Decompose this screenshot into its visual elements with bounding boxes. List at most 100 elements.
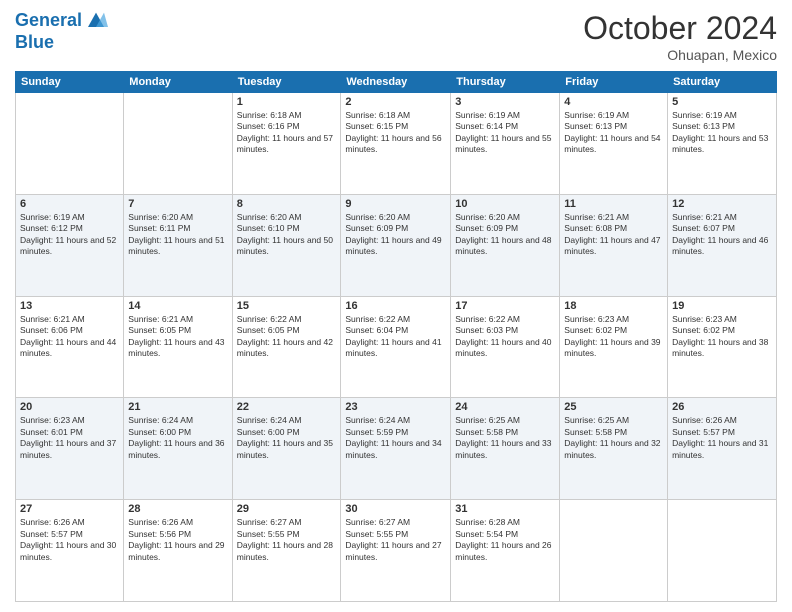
day-info: Sunrise: 6:22 AM Sunset: 6:04 PM Dayligh… <box>345 314 446 360</box>
weekday-header: Saturday <box>668 72 777 93</box>
day-info: Sunrise: 6:22 AM Sunset: 6:03 PM Dayligh… <box>455 314 555 360</box>
day-info: Sunrise: 6:23 AM Sunset: 6:02 PM Dayligh… <box>672 314 772 360</box>
calendar-cell: 20 Sunrise: 6:23 AM Sunset: 6:01 PM Dayli… <box>16 398 124 500</box>
calendar-cell: 5 Sunrise: 6:19 AM Sunset: 6:13 PM Daylig… <box>668 93 777 195</box>
day-number: 8 <box>237 198 337 210</box>
day-info: Sunrise: 6:20 AM Sunset: 6:11 PM Dayligh… <box>128 212 227 258</box>
day-number: 6 <box>20 198 119 210</box>
calendar-cell: 9Sunrise: 6:20 AM Sunset: 6:09 PM Daylig… <box>341 194 451 296</box>
day-number: 29 <box>237 503 337 515</box>
day-info: Sunrise: 6:20 AM Sunset: 6:10 PM Dayligh… <box>237 212 337 258</box>
day-number: 14 <box>128 300 227 312</box>
day-info: Sunrise: 6:24 AM Sunset: 6:00 PM Dayligh… <box>128 415 227 461</box>
day-info: Sunrise: 6:19 AM Sunset: 6:13 PM Dayligh… <box>672 110 772 156</box>
page: General Blue October 2024 Ohuapan, Mexic… <box>0 0 792 612</box>
day-info: Sunrise: 6:20 AM Sunset: 6:09 PM Dayligh… <box>345 212 446 258</box>
day-number: 10 <box>455 198 555 210</box>
month-title: October 2024 <box>583 10 777 47</box>
calendar-cell: 6 Sunrise: 6:19 AM Sunset: 6:12 PM Daylig… <box>16 194 124 296</box>
day-info: Sunrise: 6:22 AM Sunset: 6:05 PM Dayligh… <box>237 314 337 360</box>
day-info: Sunrise: 6:27 AM Sunset: 5:55 PM Dayligh… <box>237 517 337 563</box>
day-info: Sunrise: 6:26 AM Sunset: 5:57 PM Dayligh… <box>672 415 772 461</box>
logo: General Blue <box>15 10 108 53</box>
calendar-cell: 13Sunrise: 6:21 AM Sunset: 6:06 PM Dayli… <box>16 296 124 398</box>
calendar-week-row: 27Sunrise: 6:26 AM Sunset: 5:57 PM Dayli… <box>16 500 777 602</box>
day-number: 26 <box>672 401 772 413</box>
calendar-cell: 30Sunrise: 6:27 AM Sunset: 5:55 PM Dayli… <box>341 500 451 602</box>
logo-text: General <box>15 10 82 32</box>
calendar-cell <box>16 93 124 195</box>
day-number: 23 <box>345 401 446 413</box>
day-number: 22 <box>237 401 337 413</box>
day-info: Sunrise: 6:19 AM Sunset: 6:12 PM Dayligh… <box>20 212 119 258</box>
weekday-header: Wednesday <box>341 72 451 93</box>
day-number: 12 <box>672 198 772 210</box>
day-number: 3 <box>455 96 555 108</box>
day-number: 28 <box>128 503 227 515</box>
day-info: Sunrise: 6:25 AM Sunset: 5:58 PM Dayligh… <box>564 415 663 461</box>
calendar-week-row: 13Sunrise: 6:21 AM Sunset: 6:06 PM Dayli… <box>16 296 777 398</box>
calendar-cell: 27Sunrise: 6:26 AM Sunset: 5:57 PM Dayli… <box>16 500 124 602</box>
calendar-cell <box>560 500 668 602</box>
day-info: Sunrise: 6:23 AM Sunset: 6:02 PM Dayligh… <box>564 314 663 360</box>
calendar-cell: 16 Sunrise: 6:22 AM Sunset: 6:04 PM Dayli… <box>341 296 451 398</box>
calendar-cell: 12 Sunrise: 6:21 AM Sunset: 6:07 PM Dayli… <box>668 194 777 296</box>
day-number: 13 <box>20 300 119 312</box>
calendar-cell <box>668 500 777 602</box>
day-info: Sunrise: 6:23 AM Sunset: 6:01 PM Dayligh… <box>20 415 119 461</box>
calendar-week-row: 20 Sunrise: 6:23 AM Sunset: 6:01 PM Dayli… <box>16 398 777 500</box>
weekday-header: Friday <box>560 72 668 93</box>
day-info: Sunrise: 6:21 AM Sunset: 6:07 PM Dayligh… <box>672 212 772 258</box>
logo-line2: Blue <box>15 32 108 54</box>
calendar-cell: 23 Sunrise: 6:24 AM Sunset: 5:59 PM Dayli… <box>341 398 451 500</box>
day-number: 11 <box>564 198 663 210</box>
day-info: Sunrise: 6:28 AM Sunset: 5:54 PM Dayligh… <box>455 517 555 563</box>
weekday-header: Thursday <box>451 72 560 93</box>
title-section: October 2024 Ohuapan, Mexico <box>583 10 777 63</box>
day-number: 17 <box>455 300 555 312</box>
calendar-cell <box>124 93 232 195</box>
weekday-header: Monday <box>124 72 232 93</box>
calendar-cell: 1 Sunrise: 6:18 AM Sunset: 6:16 PM Daylig… <box>232 93 341 195</box>
weekday-header: Tuesday <box>232 72 341 93</box>
calendar-cell: 28 Sunrise: 6:26 AM Sunset: 5:56 PM Dayli… <box>124 500 232 602</box>
calendar-cell: 17 Sunrise: 6:22 AM Sunset: 6:03 PM Dayli… <box>451 296 560 398</box>
calendar-cell: 7Sunrise: 6:20 AM Sunset: 6:11 PM Daylig… <box>124 194 232 296</box>
calendar-cell: 22Sunrise: 6:24 AM Sunset: 6:00 PM Dayli… <box>232 398 341 500</box>
logo-icon <box>84 11 108 31</box>
day-info: Sunrise: 6:20 AM Sunset: 6:09 PM Dayligh… <box>455 212 555 258</box>
day-info: Sunrise: 6:21 AM Sunset: 6:08 PM Dayligh… <box>564 212 663 258</box>
day-info: Sunrise: 6:18 AM Sunset: 6:15 PM Dayligh… <box>345 110 446 156</box>
day-info: Sunrise: 6:25 AM Sunset: 5:58 PM Dayligh… <box>455 415 555 461</box>
day-info: Sunrise: 6:26 AM Sunset: 5:56 PM Dayligh… <box>128 517 227 563</box>
day-number: 21 <box>128 401 227 413</box>
calendar-week-row: 1 Sunrise: 6:18 AM Sunset: 6:16 PM Daylig… <box>16 93 777 195</box>
day-info: Sunrise: 6:19 AM Sunset: 6:13 PM Dayligh… <box>564 110 663 156</box>
weekday-header: Sunday <box>16 72 124 93</box>
calendar-cell: 10 Sunrise: 6:20 AM Sunset: 6:09 PM Dayli… <box>451 194 560 296</box>
day-number: 19 <box>672 300 772 312</box>
calendar-cell: 19 Sunrise: 6:23 AM Sunset: 6:02 PM Dayli… <box>668 296 777 398</box>
day-info: Sunrise: 6:19 AM Sunset: 6:14 PM Dayligh… <box>455 110 555 156</box>
header: General Blue October 2024 Ohuapan, Mexic… <box>15 10 777 63</box>
day-number: 4 <box>564 96 663 108</box>
day-number: 18 <box>564 300 663 312</box>
day-number: 20 <box>20 401 119 413</box>
calendar-table: SundayMondayTuesdayWednesdayThursdayFrid… <box>15 71 777 602</box>
calendar-cell: 26 Sunrise: 6:26 AM Sunset: 5:57 PM Dayli… <box>668 398 777 500</box>
day-info: Sunrise: 6:26 AM Sunset: 5:57 PM Dayligh… <box>20 517 119 563</box>
calendar-cell: 4 Sunrise: 6:19 AM Sunset: 6:13 PM Daylig… <box>560 93 668 195</box>
day-number: 16 <box>345 300 446 312</box>
day-info: Sunrise: 6:21 AM Sunset: 6:05 PM Dayligh… <box>128 314 227 360</box>
day-info: Sunrise: 6:18 AM Sunset: 6:16 PM Dayligh… <box>237 110 337 156</box>
day-number: 5 <box>672 96 772 108</box>
day-number: 1 <box>237 96 337 108</box>
day-number: 25 <box>564 401 663 413</box>
day-info: Sunrise: 6:24 AM Sunset: 5:59 PM Dayligh… <box>345 415 446 461</box>
calendar-cell: 24 Sunrise: 6:25 AM Sunset: 5:58 PM Dayli… <box>451 398 560 500</box>
day-number: 30 <box>345 503 446 515</box>
day-number: 24 <box>455 401 555 413</box>
calendar-cell: 29 Sunrise: 6:27 AM Sunset: 5:55 PM Dayli… <box>232 500 341 602</box>
day-number: 15 <box>237 300 337 312</box>
calendar-cell: 8 Sunrise: 6:20 AM Sunset: 6:10 PM Daylig… <box>232 194 341 296</box>
